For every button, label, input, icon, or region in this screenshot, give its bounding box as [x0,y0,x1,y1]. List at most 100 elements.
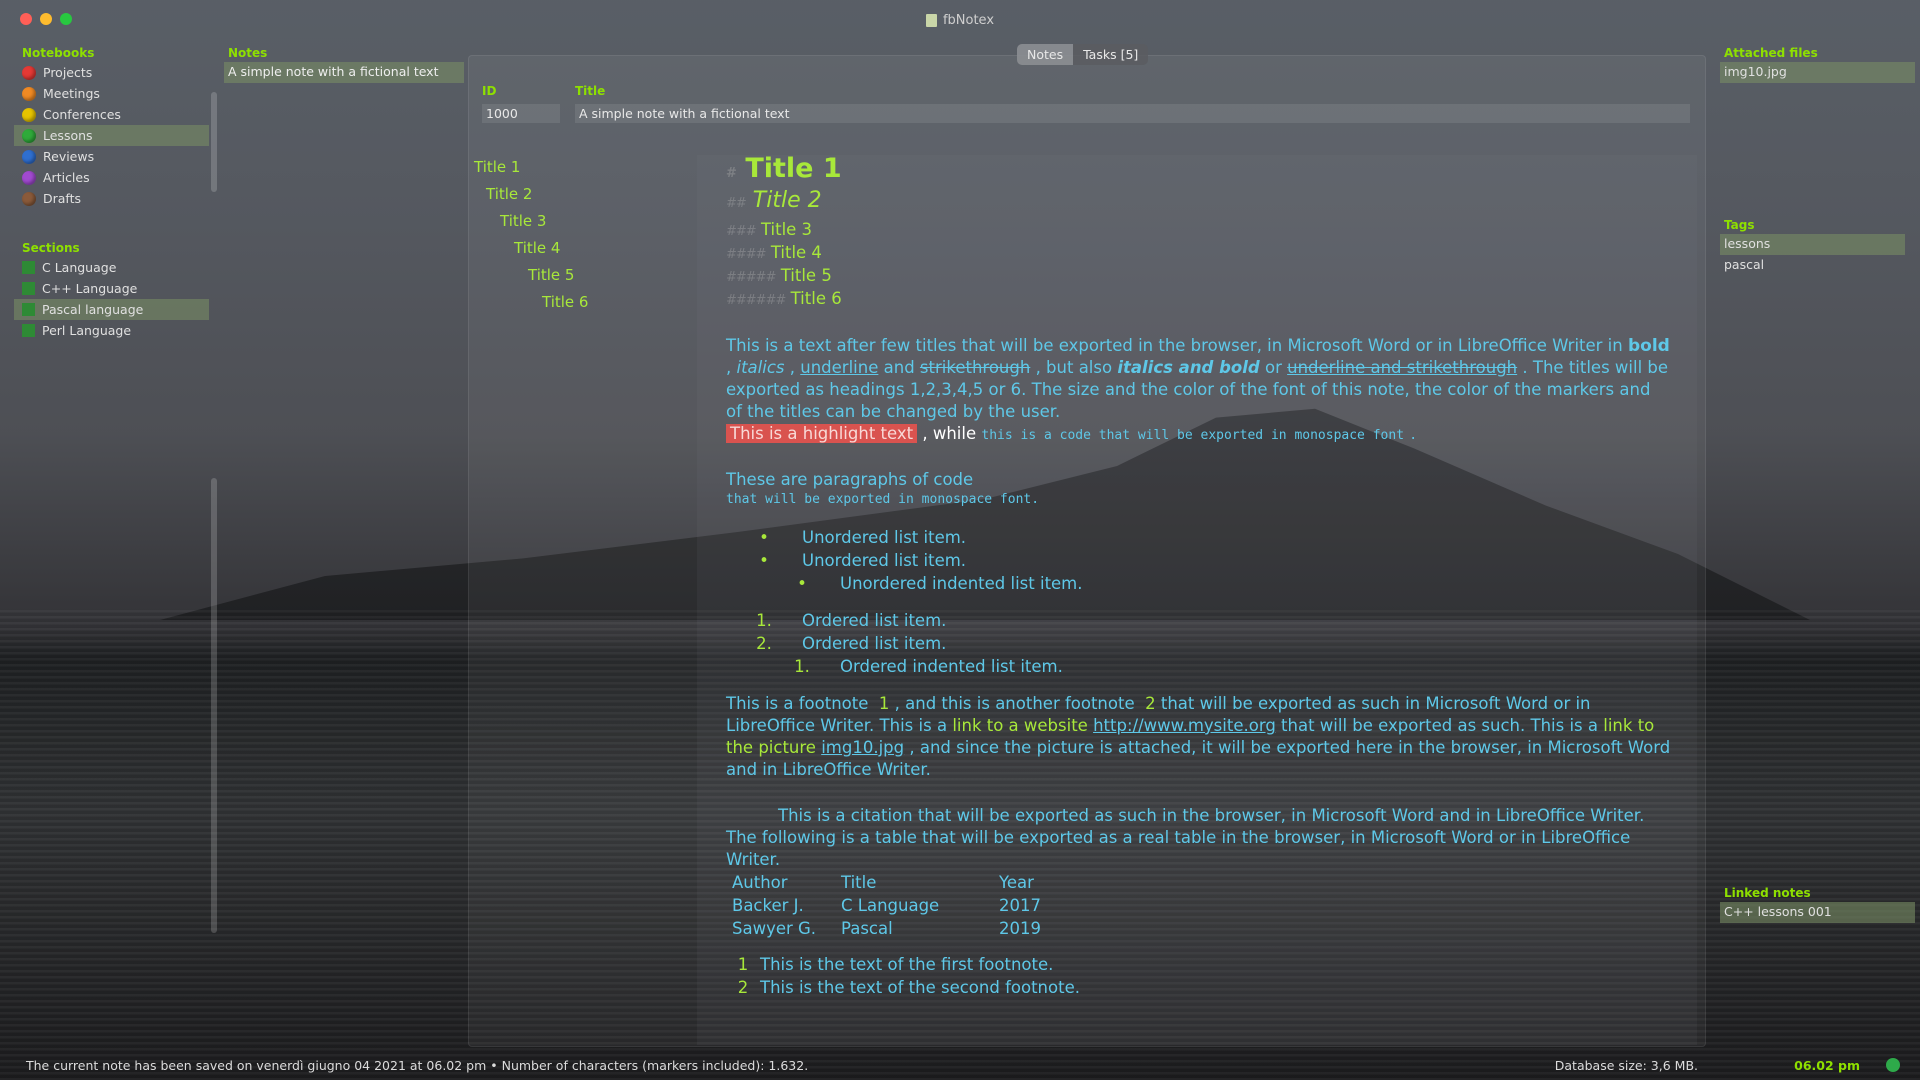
green-notebook-icon [22,128,36,143]
app-document-icon [925,13,937,27]
footnote-number: 2 [737,978,749,997]
heading-marker: ### [726,224,757,239]
tag-item[interactable]: pascal [1720,255,1905,276]
notebook-item-meetings[interactable]: Meetings [14,83,209,104]
strikethrough-text: strikethrough [919,358,1031,377]
title-label: Title [575,84,606,98]
list-item-text: Ordered list item. [802,634,947,653]
zoom-window-button[interactable] [60,13,72,25]
notebook-item-reviews[interactable]: Reviews [14,146,209,167]
text-run: or [1264,358,1282,377]
bold-text: bold [1627,336,1670,356]
heading-1: # Title 1 [726,153,1671,190]
window-controls [20,13,72,25]
notebook-label: Reviews [43,149,95,164]
picture-link[interactable]: img10.jpg [821,738,904,757]
notebook-item-drafts[interactable]: Drafts [14,188,209,209]
outline-item[interactable]: Title 1 [474,158,588,185]
notebook-item-conferences[interactable]: Conferences [14,104,209,125]
list-item-text: Ordered list item. [802,611,947,630]
section-label: C++ Language [42,281,138,296]
list-item: 1. Ordered list item. [726,610,1671,633]
attached-file-item[interactable]: img10.jpg [1720,62,1915,83]
footnote-reference[interactable]: 2 [1145,694,1156,713]
tab-notes[interactable]: Notes [1017,44,1074,65]
section-item-cpp[interactable]: C++ Language [14,278,209,299]
footnote-item: 2 This is the text of the second footnote… [726,977,1671,1000]
notebook-item-articles[interactable]: Articles [14,167,209,188]
sidebar: Notebooks Projects Meetings Conferences … [14,44,209,341]
list-item-text: Unordered list item. [802,528,967,547]
heading-text: Title 1 [745,153,842,184]
list-number: 2. [756,634,772,653]
section-item-perl[interactable]: Perl Language [14,320,209,341]
note-content[interactable]: # Title 1 ## Title 2 ### Title 3 #### Ti… [726,153,1671,1000]
app-title-text: fbNotex [942,12,995,28]
notebook-label: Conferences [43,107,121,122]
text-run: , but also [1035,358,1113,377]
id-label: ID [482,84,497,98]
blue-notebook-icon [22,149,36,164]
bullet-icon: • [797,574,807,593]
section-label: Perl Language [42,323,132,338]
close-window-button[interactable] [20,13,32,25]
notebook-item-lessons[interactable]: Lessons [14,125,209,146]
unordered-list: • Unordered list item. • Unordered list it… [726,527,1671,596]
minimize-window-button[interactable] [40,13,52,25]
tab-tasks[interactable]: Tasks [5] [1073,44,1149,65]
save-status-text: The current note has been saved on vener… [26,1058,809,1073]
text-run: , while [922,424,977,443]
text-run: . [1409,428,1418,443]
text-run: This is a footnote [726,694,869,713]
text-run: that will be exported as such. This is a [1281,716,1599,735]
outline-item[interactable]: Title 3 [474,212,588,239]
tag-item[interactable]: lessons [1720,234,1905,255]
website-url-link[interactable]: http://www.mysite.org [1093,716,1276,735]
table-row: Backer J. C Language 2017 [728,894,1045,917]
outline-item[interactable]: Title 6 [474,293,588,320]
notebook-label: Projects [43,65,93,80]
notebook-label: Drafts [43,191,82,206]
sections-header: Sections [22,241,80,255]
heading-3: ### Title 3 [726,219,1671,242]
section-item-pascal[interactable]: Pascal language [14,299,209,320]
heading-marker: #### [726,247,767,262]
list-number: 1. [794,657,810,676]
section-label: Pascal language [42,302,144,317]
notes-header: Notes [228,46,268,60]
view-tabs: Notes Tasks [5] [1017,44,1149,65]
attached-files-header: Attached files [1724,46,1818,60]
paragraph-links: This is a footnote 1 , and this is anoth… [726,693,1671,781]
highlight-text: This is a highlight text [726,424,918,443]
tags-panel: Tags lessons pascal [1720,216,1905,276]
notebooks-scrollbar[interactable] [211,92,217,192]
outline-item[interactable]: Title 4 [474,239,588,266]
title-field[interactable]: A simple note with a fictional text [575,104,1690,123]
window-title: fbNotex [925,12,995,28]
linked-note-item[interactable]: C++ lessons 001 [1720,902,1915,923]
section-square-icon [22,282,35,295]
footnote-reference[interactable]: 1 [879,694,890,713]
footnote-text: This is the text of the second footnote. [760,978,1080,997]
status-bar: The current note has been saved on vener… [0,1054,1920,1076]
orange-notebook-icon [22,86,36,101]
note-list-item[interactable]: A simple note with a fictional text [224,62,464,83]
outline-item[interactable]: Title 2 [474,185,588,212]
sections-scrollbar[interactable] [211,478,217,933]
website-link-label[interactable]: link to a website [952,716,1088,735]
notebook-item-projects[interactable]: Projects [14,62,209,83]
linked-notes-header: Linked notes [1724,886,1811,900]
bold-italic-text: italics and bold [1117,358,1260,377]
section-item-c[interactable]: C Language [14,257,209,278]
heading-text: Title 4 [770,243,822,262]
list-number: 1. [756,611,772,630]
notebook-label: Meetings [43,86,100,101]
heading-text: Title 3 [760,220,813,239]
notebook-label: Lessons [43,128,93,143]
heading-marker: ##### [726,270,776,285]
footnote-number: 1 [737,955,749,974]
outline-item[interactable]: Title 5 [474,266,588,293]
id-field[interactable]: 1000 [482,104,560,123]
list-item: • Unordered list item. [726,527,1671,550]
brown-notebook-icon [22,191,36,206]
